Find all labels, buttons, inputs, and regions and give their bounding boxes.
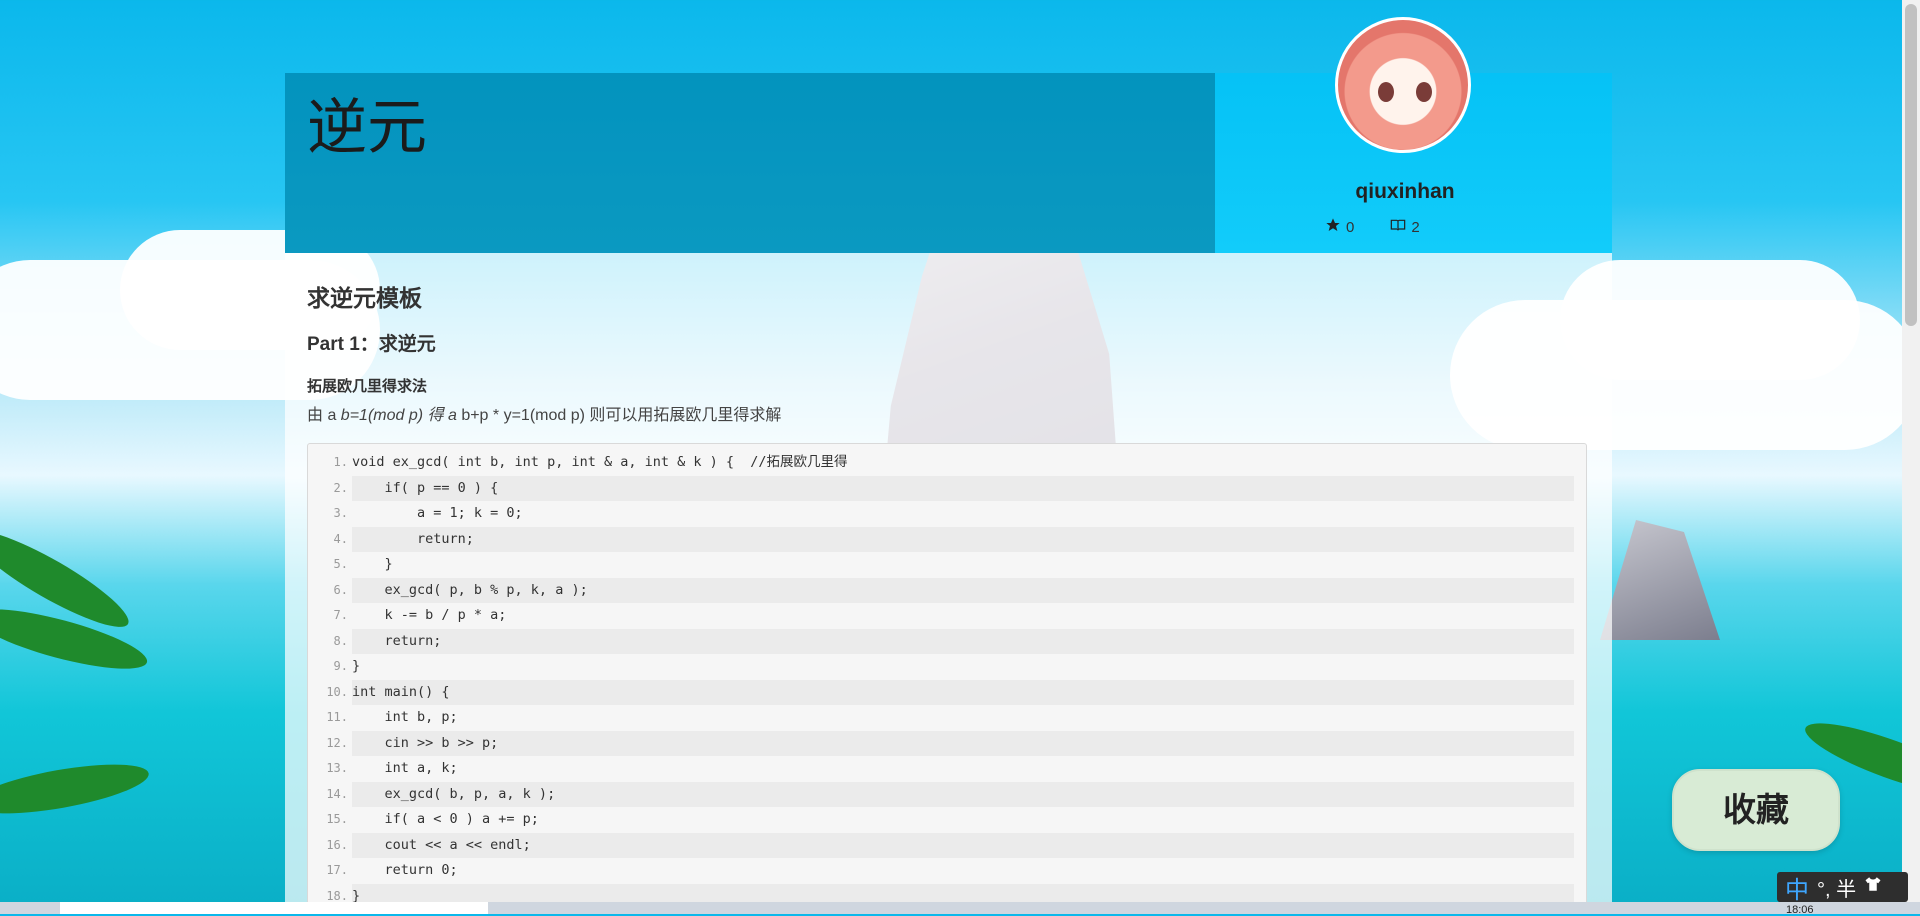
code-text: return;: [352, 628, 1574, 654]
code-line: 13. int a, k;: [308, 756, 1586, 781]
line-number: 5.: [333, 557, 348, 571]
line-number: 9.: [333, 659, 348, 673]
stars-count: 0: [1346, 218, 1355, 236]
code-text: if( p == 0 ) {: [352, 475, 1574, 501]
skin-icon[interactable]: [1864, 875, 1882, 899]
subsection-heading: 拓展欧几里得求法: [307, 378, 428, 395]
code-line: 17. return 0;: [308, 858, 1586, 883]
ime-status[interactable]: °, 半: [1817, 873, 1856, 902]
code-line: 1. void ex_gcd( int b, int p, int & a, in…: [308, 450, 1586, 475]
code-line: 8. return;: [308, 628, 1586, 654]
paragraph: 由 a b=1(mod p) 得 a b+p * y=1(mod p) 则可以用…: [307, 401, 781, 425]
code-text: k -= b / p * a;: [352, 607, 507, 623]
code-line: 14. ex_gcd( b, p, a, k );: [308, 781, 1586, 807]
line-number: 14.: [326, 786, 348, 801]
code-line: 15. if( a < 0 ) a += p;: [308, 807, 1586, 832]
favorite-button[interactable]: 收藏: [1672, 769, 1840, 851]
code-line: 11. int b, p;: [308, 705, 1586, 730]
stars-stat: 0: [1325, 217, 1354, 237]
code-text: a = 1; k = 0;: [352, 505, 523, 521]
code-line: 4. return;: [308, 526, 1586, 552]
ime-toolbar[interactable]: 中 °, 半: [1777, 870, 1908, 905]
code-text: int main() {: [352, 679, 1574, 705]
scrollbar-thumb[interactable]: [1905, 4, 1917, 326]
author-username[interactable]: qiuxinhan: [1345, 180, 1465, 204]
avatar-eye: [1378, 82, 1394, 102]
background-rock: [1600, 520, 1720, 640]
code-text: int b, p;: [352, 709, 458, 725]
line-number: 17.: [326, 863, 348, 877]
code-text: ex_gcd( p, b % p, k, a );: [352, 577, 1574, 603]
author-panel: qiuxinhan 0 2: [285, 17, 1612, 253]
paragraph-text: b+p * y=1(mod p) 则可以用拓展欧几里得求解: [461, 407, 782, 424]
line-number: 10.: [326, 684, 348, 699]
code-line: 12. cin >> b >> p;: [308, 730, 1586, 756]
line-number: 2.: [333, 480, 348, 495]
code-line: 3. a = 1; k = 0;: [308, 501, 1586, 526]
line-number: 3.: [333, 506, 348, 520]
taskbar-window-button[interactable]: [60, 902, 488, 914]
paragraph-italic: b=1(mod p) 得 a: [340, 407, 462, 424]
ime-mode-indicator[interactable]: 中: [1785, 870, 1809, 905]
articles-count: 2: [1411, 218, 1420, 236]
code-line: 16. cout << a << endl;: [308, 832, 1586, 858]
line-number: 1.: [333, 455, 348, 469]
line-number: 16.: [326, 837, 348, 852]
code-text: int a, k;: [352, 760, 458, 776]
book-icon: [1390, 217, 1406, 237]
code-text: }: [352, 556, 393, 572]
author-stats: 0 2: [1325, 217, 1420, 237]
paragraph-text: 由 a: [307, 407, 341, 424]
code-text: ex_gcd( b, p, a, k );: [352, 781, 1574, 807]
code-line: 5. }: [308, 552, 1586, 577]
code-line: 10. int main() {: [308, 679, 1586, 705]
code-block[interactable]: 1. void ex_gcd( int b, int p, int & a, in…: [307, 443, 1587, 914]
article-heading: 求逆元模板: [307, 285, 422, 311]
line-number: 6.: [333, 582, 348, 597]
code-text: return 0;: [352, 862, 458, 878]
code-line: 9.}: [308, 654, 1586, 679]
code-line: 7. k -= b / p * a;: [308, 603, 1586, 628]
line-number: 11.: [326, 710, 348, 724]
taskbar-clock: 18:06: [1786, 904, 1814, 916]
scrollbar[interactable]: [1902, 0, 1920, 914]
articles-stat: 2: [1390, 217, 1420, 237]
avatar[interactable]: [1335, 17, 1471, 153]
line-number: 15.: [326, 812, 348, 826]
star-icon: [1325, 217, 1341, 237]
avatar-eye: [1416, 82, 1432, 102]
code-line: 6. ex_gcd( p, b % p, k, a );: [308, 577, 1586, 603]
code-text: if( a < 0 ) a += p;: [352, 811, 539, 827]
article-content: 求逆元模板 Part 1：求逆元 拓展欧几里得求法 由 a b=1(mod p)…: [285, 253, 1612, 914]
code-text: void ex_gcd( int b, int p, int & a, int …: [352, 454, 848, 470]
line-number: 4.: [333, 531, 348, 546]
line-number: 12.: [326, 735, 348, 750]
code-text: return;: [352, 526, 1574, 552]
section-heading: Part 1：求逆元: [307, 334, 436, 355]
line-number: 8.: [333, 633, 348, 648]
code-line: 2. if( p == 0 ) {: [308, 475, 1586, 501]
code-text: }: [352, 658, 361, 674]
line-number: 7.: [333, 608, 348, 622]
palm-leaf: [0, 754, 152, 824]
code-text: cout << a << endl;: [352, 832, 1574, 858]
code-text: cin >> b >> p;: [352, 730, 1574, 756]
line-number: 13.: [326, 761, 348, 775]
